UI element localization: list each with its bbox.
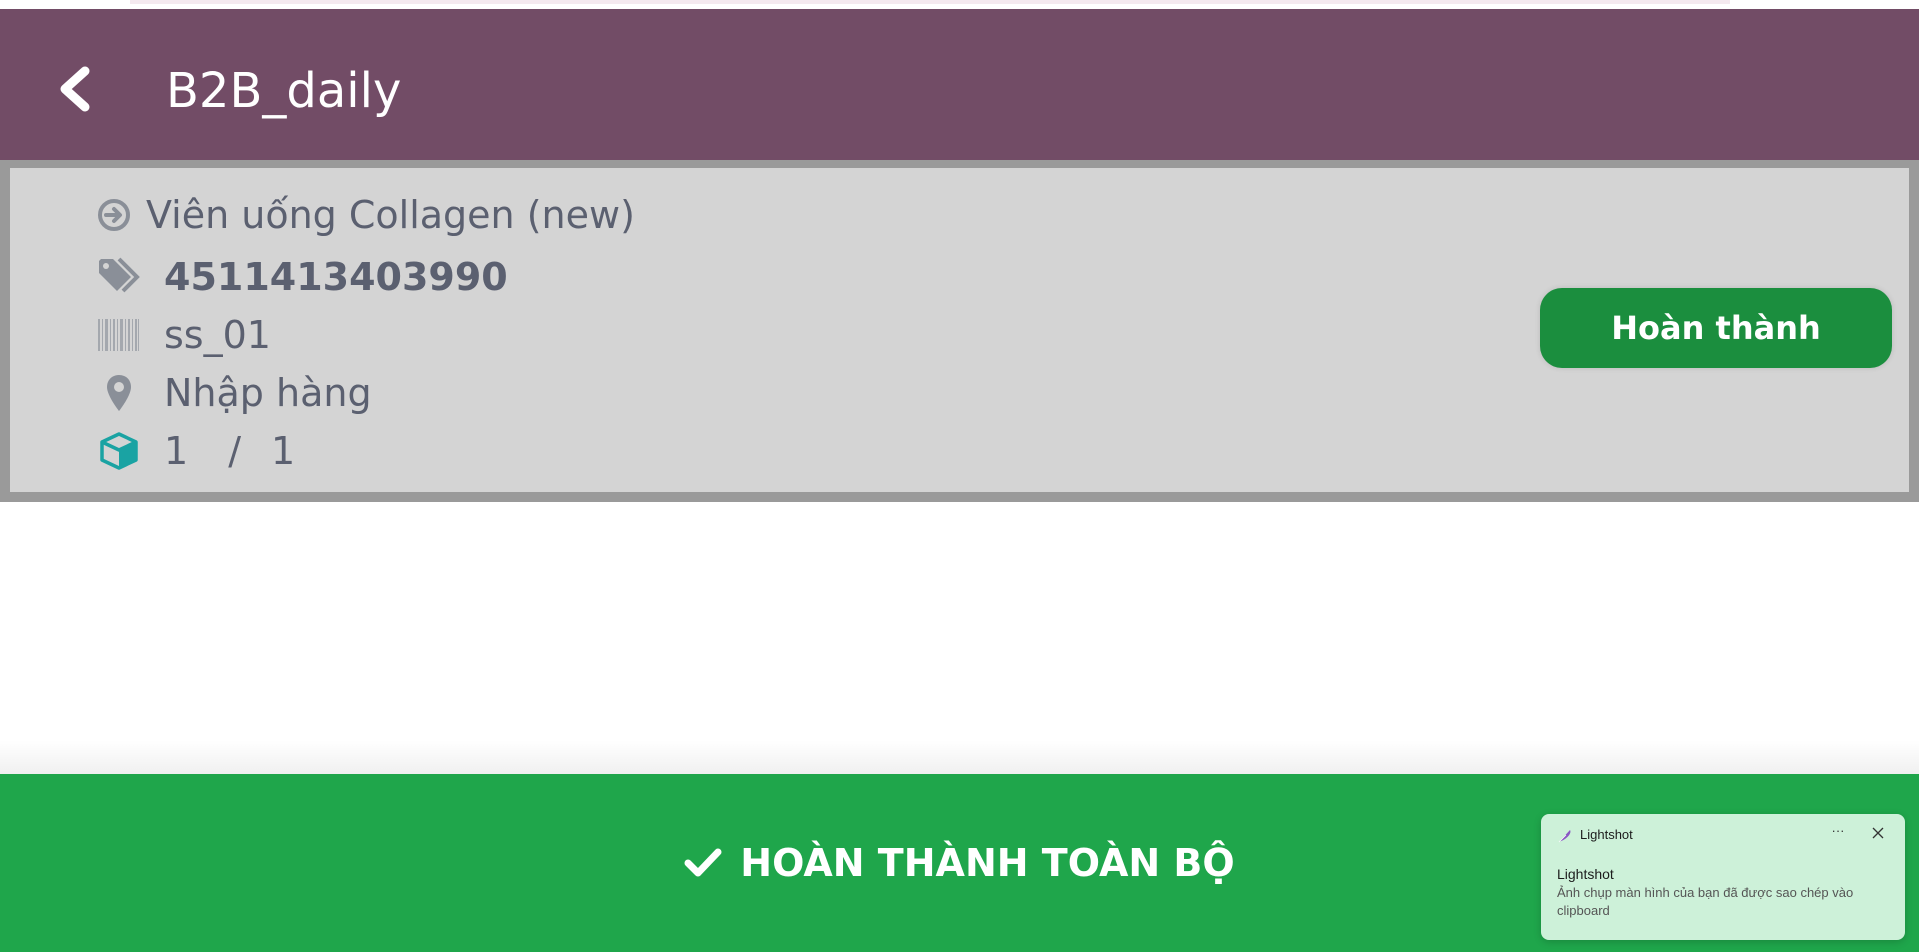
validate-all-label: HOÀN THÀNH TOÀN BỘ — [740, 841, 1235, 885]
footer-shadow — [0, 740, 1919, 774]
quantity-total: 1 — [271, 429, 296, 473]
page-title: B2B_daily — [166, 63, 402, 119]
move-line-card-frame: Viên uống Collagen (new) 4511413403990 s… — [0, 160, 1919, 502]
chevron-left-icon — [60, 66, 90, 112]
product-row: Viên uống Collagen (new) — [94, 190, 635, 240]
tags-icon — [96, 257, 142, 297]
location-row: Nhập hàng — [96, 368, 372, 418]
barcode-icon — [96, 319, 142, 351]
close-icon — [1872, 827, 1884, 839]
toast-close-button[interactable] — [1867, 822, 1889, 844]
quantity-separator: / — [228, 429, 241, 473]
app-header: B2B_daily — [0, 9, 1919, 160]
map-marker-icon — [96, 374, 142, 412]
quantity-done: 1 — [164, 429, 189, 473]
move-line-card[interactable]: Viên uống Collagen (new) 4511413403990 s… — [10, 168, 1909, 492]
browser-top-strip — [0, 0, 1919, 9]
toast-title: Lightshot — [1557, 866, 1614, 882]
line-done-button[interactable]: Hoàn thành — [1540, 288, 1892, 368]
back-button[interactable] — [50, 59, 100, 119]
toast-message: Ảnh chụp màn hình của bạn đã được sao ch… — [1557, 885, 1854, 918]
check-icon — [684, 847, 722, 879]
product-name: Viên uống Collagen (new) — [146, 193, 635, 237]
notification-toast[interactable]: Lightshot ··· Lightshot Ảnh chụp màn hìn… — [1541, 814, 1905, 940]
arrow-circle-right-icon — [94, 198, 134, 232]
serial-row: ss_01 — [96, 310, 271, 360]
serial-number: ss_01 — [164, 313, 271, 357]
top-strip-accent — [130, 0, 1730, 4]
code-row: 4511413403990 — [96, 252, 508, 302]
quantity-row: 1 / 1 — [96, 426, 295, 476]
location-name: Nhập hàng — [164, 371, 372, 415]
toast-more-button[interactable]: ··· — [1827, 822, 1849, 844]
feather-icon — [1557, 828, 1573, 849]
product-code: 4511413403990 — [164, 255, 508, 299]
toast-app-name: Lightshot — [1580, 827, 1633, 842]
cube-icon — [96, 432, 142, 470]
